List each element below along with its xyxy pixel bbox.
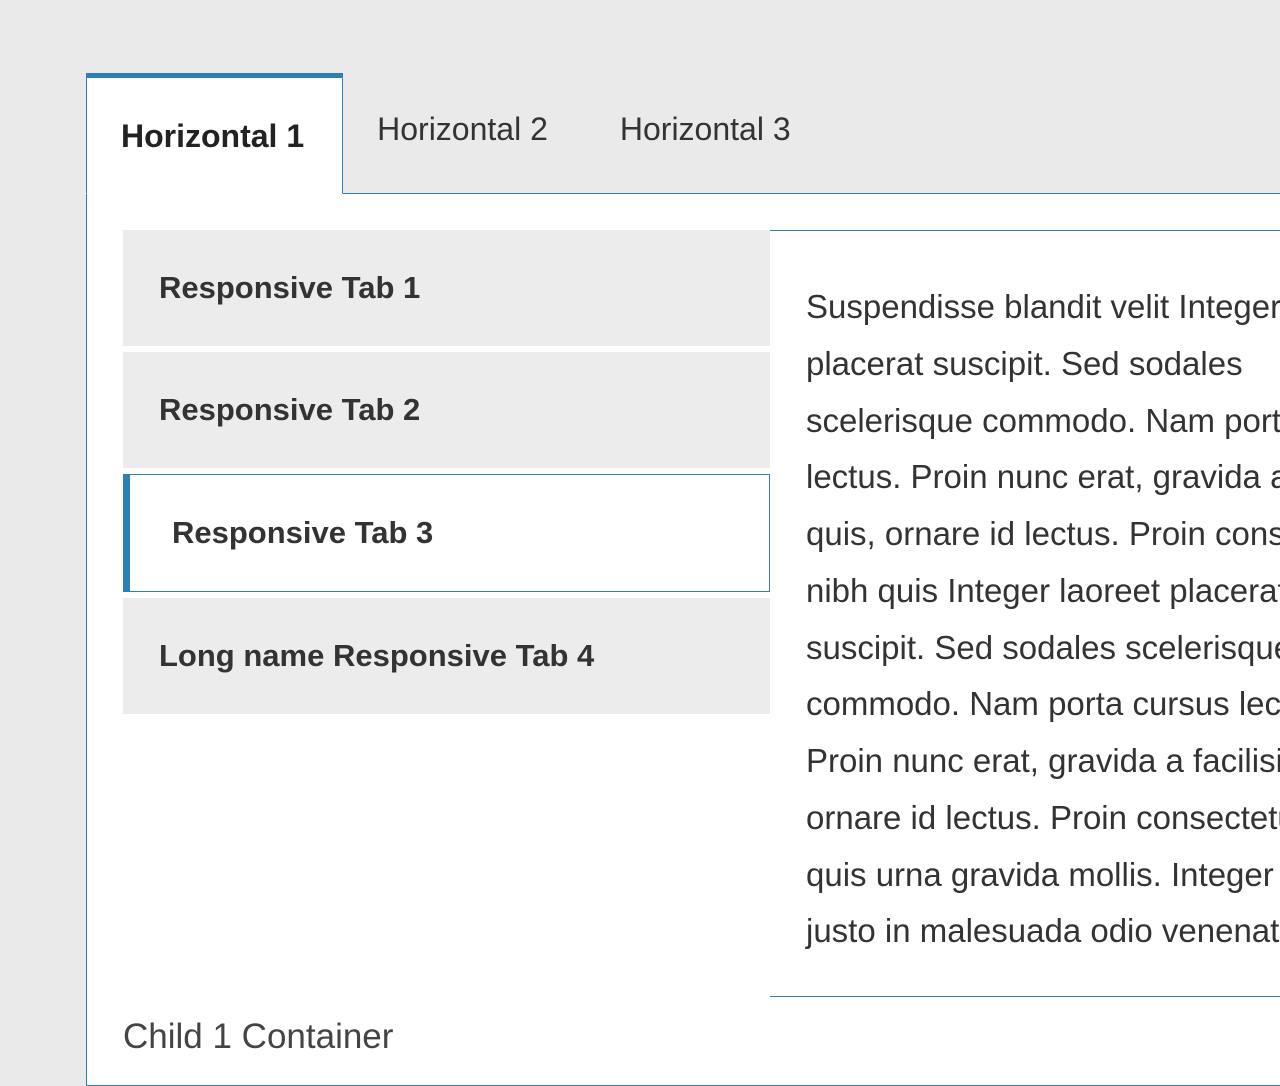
tab-responsive-4[interactable]: Long name Responsive Tab 4 bbox=[123, 598, 770, 714]
vertical-tab-strip: Responsive Tab 1 Responsive Tab 2 Respon… bbox=[123, 230, 770, 997]
tab-panel: Horizontal 1 Horizontal 2 Horizontal 3 R… bbox=[86, 73, 1280, 1086]
tab-responsive-3[interactable]: Responsive Tab 3 bbox=[123, 474, 770, 592]
tab-horizontal-2[interactable]: Horizontal 2 bbox=[343, 73, 586, 194]
tab-label: Responsive Tab 2 bbox=[159, 392, 420, 427]
tab-responsive-2[interactable]: Responsive Tab 2 bbox=[123, 352, 770, 468]
tab-label: Horizontal 2 bbox=[377, 111, 548, 147]
tab-responsive-1[interactable]: Responsive Tab 1 bbox=[123, 230, 770, 346]
tab-label: Horizontal 3 bbox=[620, 111, 791, 147]
horizontal-tab-content: Responsive Tab 1 Responsive Tab 2 Respon… bbox=[87, 194, 1280, 1017]
horizontal-tab-strip: Horizontal 1 Horizontal 2 Horizontal 3 bbox=[86, 73, 1280, 194]
content-text: Suspendisse blandit velit Integer laoree… bbox=[806, 288, 1280, 949]
tab-horizontal-1[interactable]: Horizontal 1 bbox=[86, 73, 343, 194]
tab-label: Horizontal 1 bbox=[121, 118, 304, 154]
vertical-tab-content-panel: Suspendisse blandit velit Integer laoree… bbox=[770, 230, 1280, 997]
tab-label: Responsive Tab 3 bbox=[172, 515, 433, 550]
tab-horizontal-3[interactable]: Horizontal 3 bbox=[586, 73, 829, 194]
tab-strip-filler bbox=[829, 73, 1280, 194]
child-container-label: Child 1 Container bbox=[87, 1017, 1280, 1085]
tab-label: Long name Responsive Tab 4 bbox=[159, 638, 594, 673]
tab-label: Responsive Tab 1 bbox=[159, 270, 420, 305]
